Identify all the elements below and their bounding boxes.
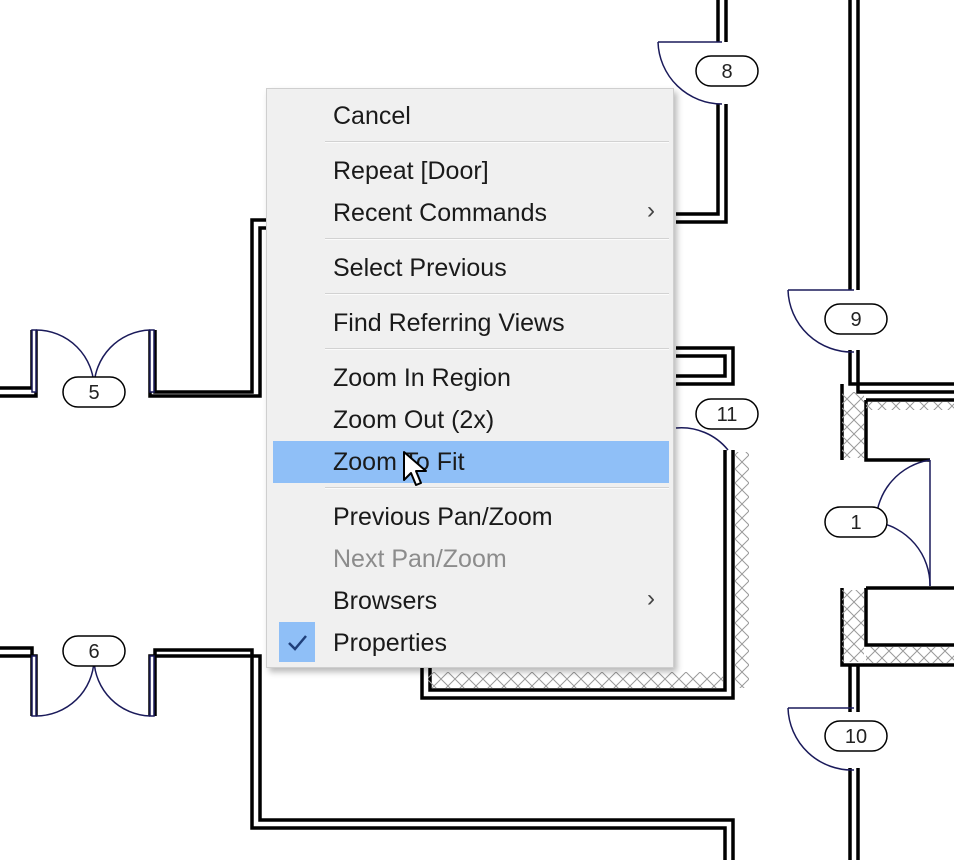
menu-item-zoom-to-fit[interactable]: Zoom To Fit: [273, 441, 669, 483]
door-tag[interactable]: 6: [62, 635, 126, 667]
menu-item-label: Browsers: [333, 587, 438, 615]
menu-separator: [325, 487, 669, 489]
menu-item-find-referring-views[interactable]: Find Referring Views: [273, 302, 669, 344]
menu-item-label: Zoom To Fit: [333, 448, 465, 476]
wall-hatch: [842, 590, 864, 662]
menu-item-label: Zoom In Region: [333, 364, 511, 392]
menu-item-browsers[interactable]: Browsers ›: [273, 580, 669, 622]
wall-hatch: [735, 452, 749, 688]
door-11[interactable]: [675, 427, 729, 451]
door-tag[interactable]: 5: [62, 376, 126, 408]
door-tag-label: 5: [88, 382, 99, 404]
menu-item-label: Repeat [Door]: [333, 157, 489, 185]
menu-item-cancel[interactable]: Cancel: [273, 95, 669, 137]
door-tag-label: 1: [850, 512, 861, 534]
door-tag-label: 11: [717, 404, 738, 426]
menu-separator: [325, 238, 669, 240]
wall-hatch: [866, 402, 954, 410]
menu-item-repeat-door[interactable]: Repeat [Door]: [273, 150, 669, 192]
menu-item-recent-commands[interactable]: Recent Commands ›: [273, 192, 669, 234]
menu-item-zoom-out-2x[interactable]: Zoom Out (2x): [273, 399, 669, 441]
door-tag-label: 6: [88, 641, 99, 663]
menu-separator: [325, 348, 669, 350]
chevron-right-icon: ›: [647, 585, 655, 612]
menu-item-next-pan-zoom[interactable]: Next Pan/Zoom: [273, 538, 669, 580]
wall[interactable]: [0, 218, 276, 398]
menu-item-zoom-in-region[interactable]: Zoom In Region: [273, 357, 669, 399]
menu-item-select-previous[interactable]: Select Previous: [273, 247, 669, 289]
door-tag[interactable]: 10: [824, 720, 888, 752]
mouse-cursor-icon: [403, 451, 427, 486]
wall[interactable]: [676, 0, 728, 224]
menu-item-label: Previous Pan/Zoom: [333, 503, 553, 531]
checkmark-icon: [279, 622, 315, 662]
menu-item-properties[interactable]: Properties: [273, 622, 669, 664]
menu-item-label: Properties: [333, 629, 447, 657]
menu-item-label: Cancel: [333, 102, 411, 130]
menu-separator: [325, 141, 669, 143]
menu-item-label: Zoom Out (2x): [333, 406, 495, 434]
door-tag[interactable]: 8: [695, 55, 759, 87]
wall-hatch: [842, 392, 864, 458]
menu-separator: [325, 293, 669, 295]
wall-hatch: [428, 672, 723, 688]
menu-item-label: Find Referring Views: [333, 309, 565, 337]
menu-item-label: Select Previous: [333, 254, 507, 282]
menu-item-previous-pan-zoom[interactable]: Previous Pan/Zoom: [273, 496, 669, 538]
menu-item-label: Next Pan/Zoom: [333, 545, 507, 573]
menu-item-label: Recent Commands: [333, 199, 547, 227]
door-tag-label: 9: [850, 309, 861, 331]
context-menu: Cancel Repeat [Door] Recent Commands › Selec…: [266, 88, 674, 668]
door-tag-label: 10: [845, 726, 867, 748]
door-tag[interactable]: 11: [695, 398, 759, 430]
door-tag[interactable]: 1: [824, 506, 888, 538]
chevron-right-icon: ›: [647, 197, 655, 224]
wall-hatch: [866, 647, 954, 663]
door-tag[interactable]: 9: [824, 303, 888, 335]
door-tag-label: 8: [721, 61, 732, 83]
